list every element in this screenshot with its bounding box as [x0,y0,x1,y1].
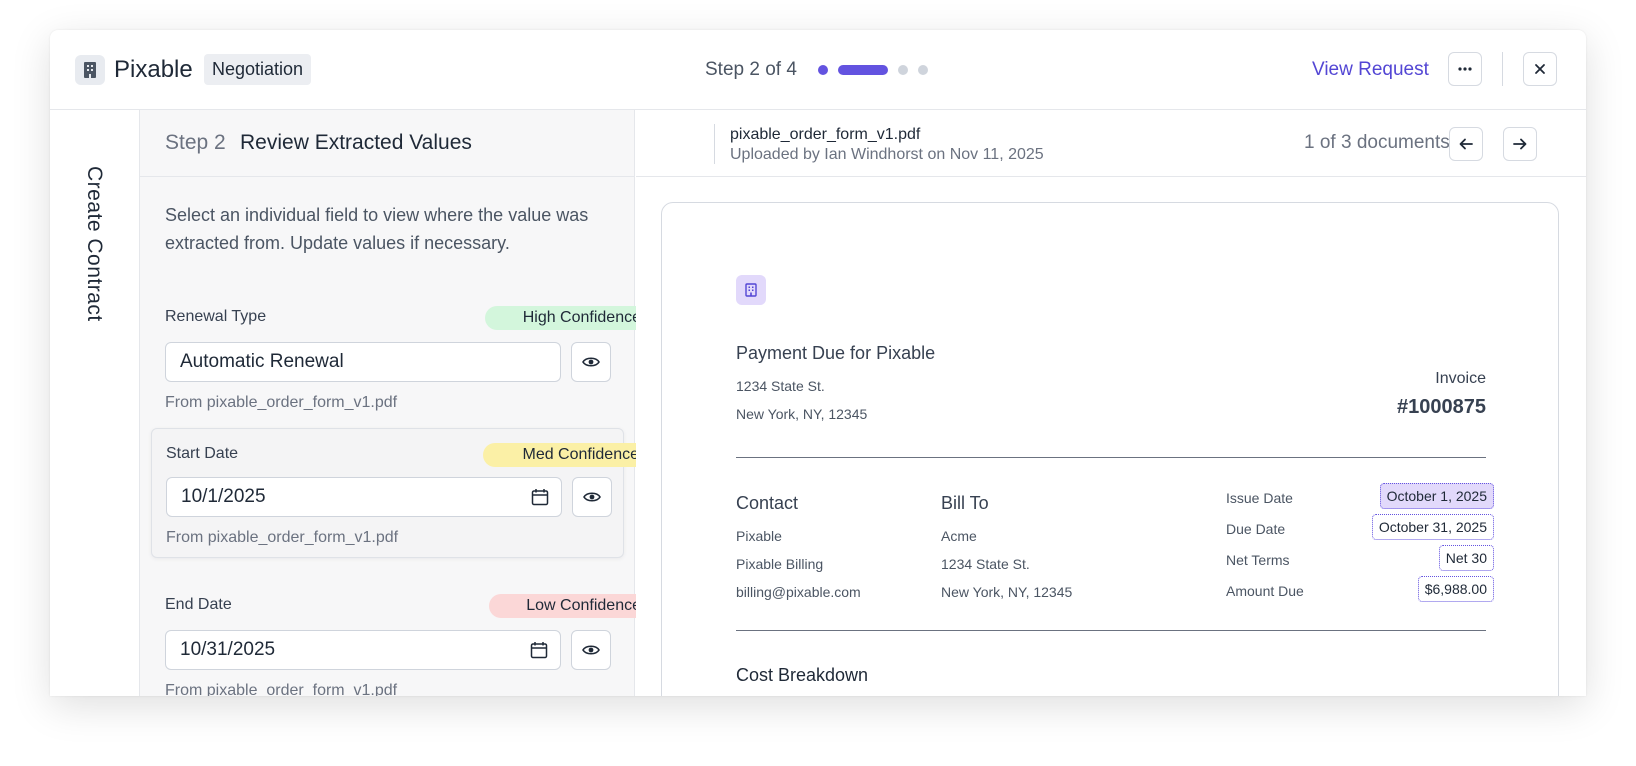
invoice-title: Payment Due for Pixable [736,343,936,363]
arrow-left-icon [1459,138,1473,150]
view-source-button[interactable] [571,342,611,382]
field-end-date[interactable]: End Date Low Confidence 10/31/2025 From … [140,586,651,696]
step-progress [818,64,938,76]
confidence-badge-low: Low Confidence [489,594,651,618]
end-date-input[interactable]: 10/31/2025 [165,630,561,670]
app-name: Pixable [114,56,193,83]
contact-line: Pixable [736,528,782,544]
start-date-value: 10/1/2025 [181,486,266,507]
invoice-address-line: New York, NY, 12345 [736,406,868,422]
field-source: From pixable_order_form_v1.pdf [165,682,398,696]
previous-document-button[interactable] [1449,127,1483,161]
net-terms-label: Net Terms [1226,552,1290,568]
ellipsis-icon [1458,67,1472,71]
step-dot-1 [818,65,828,75]
building-icon [75,55,105,85]
arrow-right-icon [1513,138,1527,150]
contact-line: billing@pixable.com [736,584,861,600]
calendar-icon[interactable] [530,641,548,659]
issue-date-label: Issue Date [1226,490,1293,506]
side-rail: Create Contract [50,110,140,696]
invoice-document: Payment Due for Pixable 1234 State St. N… [661,202,1559,696]
due-date-label: Due Date [1226,521,1286,537]
header-divider [1502,52,1503,86]
close-icon [1535,64,1545,74]
amount-due-label: Amount Due [1226,583,1304,599]
review-panel: Step 2 Review Extracted Values Select an… [140,110,651,696]
cost-breakdown-heading: Cost Breakdown [736,665,869,685]
step-dot-4 [918,65,928,75]
document-count: 1 of 3 documents [1304,132,1450,153]
contract-window: Pixable Negotiation Step 2 of 4 View Req… [50,30,1586,696]
renewal-type-input[interactable]: Automatic Renewal [165,342,561,382]
next-document-button[interactable] [1503,127,1537,161]
bill-to-heading: Bill To [941,493,989,513]
net-terms-value[interactable]: Net 30 [1438,545,1494,571]
eye-icon [582,357,600,367]
field-label: Renewal Type [165,308,267,325]
document-upload-info: Uploaded by Ian Windhorst on Nov 11, 202… [730,146,1044,163]
document-file-name: pixable_order_form_v1.pdf [730,126,921,143]
instructions-text: Select an individual field to view where… [165,205,589,253]
bill-to-line: Acme [941,528,977,544]
document-header: pixable_order_form_v1.pdf Uploaded by Ia… [636,110,1586,177]
invoice-divider [736,457,1486,458]
step-dot-3 [898,65,908,75]
contact-line: Pixable Billing [736,556,824,572]
confidence-badge-med: Med Confidence [483,443,649,467]
eye-icon [582,645,600,655]
field-label: Start Date [166,445,239,462]
field-source: From pixable_order_form_v1.pdf [165,394,398,411]
calendar-icon[interactable] [531,488,549,506]
invoice-building-icon [736,275,766,305]
doc-header-divider [714,124,715,164]
issue-date-value[interactable]: October 1, 2025 [1379,483,1494,509]
field-source: From pixable_order_form_v1.pdf [166,529,399,546]
field-start-date[interactable]: Start Date Med Confidence 10/1/2025 From… [151,428,649,558]
view-source-button[interactable] [572,477,612,517]
amount-due-value[interactable]: $6,988.00 [1417,576,1494,602]
document-viewer: pixable_order_form_v1.pdf Uploaded by Ia… [636,110,1586,696]
bill-to-line: 1234 State St. [941,556,1030,572]
close-button[interactable] [1523,52,1557,86]
start-date-input[interactable]: 10/1/2025 [166,477,562,517]
confidence-badge-high: High Confidence [485,306,651,330]
view-source-button[interactable] [571,630,611,670]
view-request-link[interactable]: View Request [1312,56,1429,84]
bill-to-line: New York, NY, 12345 [941,584,1073,600]
eye-icon [583,492,601,502]
more-options-button[interactable] [1448,52,1482,86]
end-date-value: 10/31/2025 [180,639,276,660]
invoice-address-line: 1234 State St. [736,378,825,394]
stage-badge: Negotiation [204,54,312,85]
due-date-value[interactable]: October 31, 2025 [1371,514,1494,540]
invoice-number: #1000875 [1397,396,1486,418]
step-title: Review Extracted Values [240,131,472,154]
step-dot-2-current [838,65,888,75]
field-renewal-type[interactable]: Renewal Type High Confidence Automatic R… [140,298,651,428]
invoice-divider [736,630,1486,631]
step-indicator-text: Step 2 of 4 [705,59,797,80]
contact-heading: Contact [736,493,799,513]
step-number: Step 2 [165,131,226,154]
review-panel-header: Step 2 Review Extracted Values [140,110,634,177]
header-bar: Pixable Negotiation Step 2 of 4 View Req… [50,30,1586,110]
invoice-label: Invoice [1435,370,1486,387]
rail-title: Create Contract [83,166,106,322]
field-label: End Date [165,596,232,613]
